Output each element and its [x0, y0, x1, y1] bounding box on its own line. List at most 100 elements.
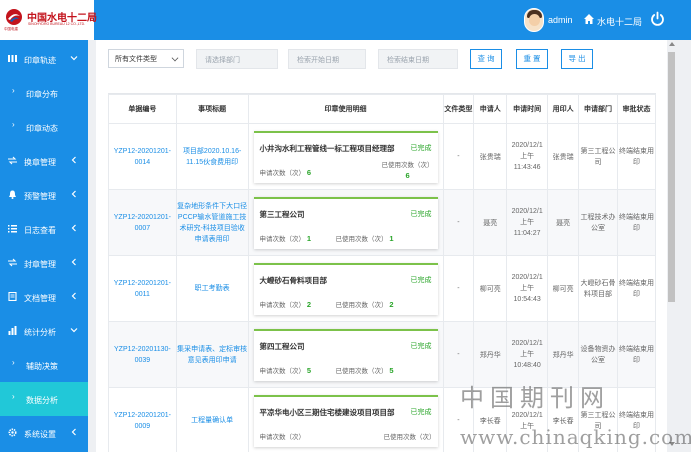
filter-toolbar: 所有文件类型 请选择部门 检索开始日期 检索结束日期 查 询 重 置 导 出	[96, 40, 667, 80]
search-button[interactable]: 查 询	[470, 49, 502, 69]
record-id-link[interactable]: YZP12-20201201-0009	[109, 410, 176, 432]
start-date-input[interactable]: 检索开始日期	[288, 49, 366, 69]
approval-status-cell: 终端结束用印	[616, 255, 656, 322]
approval-status-cell: 终端结束用印	[616, 123, 656, 190]
sidebar-item-decision[interactable]: › 辅助决策	[0, 348, 88, 382]
bars-icon	[8, 55, 17, 62]
sidebar-item-seal-track[interactable]: 印章轨迹	[0, 42, 88, 76]
chevron-left-icon	[71, 224, 76, 232]
apply-count: 申请次数（次） 2	[259, 299, 312, 309]
department-cell: 第三工程公司	[577, 123, 618, 190]
scroll-up-icon[interactable]	[669, 42, 675, 46]
sidebar-item-seal-lock[interactable]: 封章管理	[0, 246, 88, 280]
chevron-left-icon	[71, 156, 76, 164]
chevron-left-icon	[71, 292, 76, 300]
end-date-input[interactable]: 检索结束日期	[378, 49, 458, 69]
sidebar-item-label: 日志查看	[24, 226, 56, 235]
sidebar-item-label: 封章管理	[24, 260, 56, 269]
apply-time-cell: 2020/12/1 上午 11:04:27	[506, 189, 549, 256]
bell-icon	[9, 190, 16, 199]
home-icon[interactable]	[583, 13, 595, 25]
chevron-right-icon: ›	[12, 120, 15, 129]
department-select[interactable]: 请选择部门	[196, 49, 278, 69]
column-header[interactable]: 单据编号	[108, 94, 177, 124]
sidebar-item-label: 印章轨迹	[24, 56, 56, 65]
completion-status: 已完成	[410, 144, 432, 152]
table-row[interactable]: YZP12-20201201-0007 复杂地形条件下大口径PCCP输水管道施工…	[108, 189, 656, 256]
seal-usage-card: 小井沟水利工程管线一标工程项目经理部 已完成 申请次数（次） 6 已使用次数（次…	[253, 130, 438, 183]
record-title-link[interactable]: 职工考勤表	[177, 283, 248, 294]
document-icon	[8, 292, 17, 301]
apply-time-cell: 2020/12/1 上午 10:54:43	[506, 255, 549, 322]
seal-unit-name: 大嶝砂石骨料项目部	[259, 275, 328, 285]
applicant-cell: 张贵瑞	[473, 123, 508, 190]
scrollbar-thumb[interactable]	[668, 52, 675, 302]
sidebar-item-seal-dynamics[interactable]: › 印章动态	[0, 110, 88, 144]
column-header[interactable]: 申请部门	[577, 94, 618, 124]
sidebar-item-warning[interactable]: 预警管理	[0, 178, 88, 212]
exchange-icon	[8, 156, 17, 165]
user-name[interactable]: admin	[548, 15, 573, 25]
seal-usage-card: 第三工程公司 已完成 申请次数（次） 1 已使用次数（次） 1	[253, 196, 438, 249]
sidebar-item-seal-change[interactable]: 换章管理	[0, 144, 88, 178]
sidebar-item-log[interactable]: 日志查看	[0, 212, 88, 246]
chevron-down-icon	[70, 328, 78, 333]
chart-icon	[8, 326, 17, 335]
export-button[interactable]: 导 出	[561, 49, 593, 69]
column-header[interactable]: 用印人	[547, 94, 579, 124]
column-header[interactable]: 印章使用明细	[247, 94, 444, 124]
seal-usage-card: 大嶝砂石骨料项目部 已完成 申请次数（次） 2 已使用次数（次） 2	[253, 262, 438, 315]
sidebar-item-label: 预警管理	[24, 192, 56, 201]
apply-count: 申请次数（次） 1	[259, 233, 312, 243]
record-id-link[interactable]: YZP12-20201130-0039	[109, 344, 176, 366]
column-header[interactable]: 事项标题	[175, 94, 249, 124]
apply-count: 申请次数（次） 6	[259, 167, 312, 177]
record-title-link[interactable]: 集采申请表、定标审核意见表用印申请	[177, 344, 248, 366]
applicant-cell: 聂亮	[473, 189, 508, 256]
sidebar-item-settings[interactable]: 系统设置	[0, 416, 88, 450]
record-id-link[interactable]: YZP12-20201201-0011	[109, 278, 176, 300]
sidebar-item-label: 系统设置	[24, 430, 56, 439]
seal-unit-name: 第三工程公司	[259, 209, 305, 219]
logo: 中国水电十二局 中国电建 SINOHYDRO BUREAU 12 CO.,LTD…	[0, 0, 97, 40]
sidebar-item-label: 辅助决策	[26, 362, 58, 371]
approval-status-cell: 终端结束用印	[616, 321, 656, 388]
record-title-link[interactable]: 复杂地形条件下大口径PCCP输水管道施工技术研究-科技项目验收申请表用印	[177, 201, 248, 245]
column-header[interactable]: 审批状态	[616, 94, 656, 124]
seal-unit-name: 第四工程公司	[259, 341, 305, 351]
column-header[interactable]: 申请人	[473, 94, 508, 124]
chevron-left-icon	[71, 258, 76, 266]
avatar[interactable]	[524, 8, 544, 32]
file-type-cell: -	[442, 123, 475, 190]
power-icon[interactable]	[650, 11, 665, 27]
file-type-select[interactable]: 所有文件类型	[108, 49, 184, 68]
completion-status: 已完成	[410, 408, 432, 416]
chevron-left-icon	[71, 190, 76, 198]
column-header[interactable]: 申请时间	[506, 94, 549, 124]
record-title-link[interactable]: 工程量确认单	[177, 415, 248, 426]
record-id-link[interactable]: YZP12-20201201-0007	[109, 212, 176, 234]
record-title-link[interactable]: 项目部2020.10.16-11.15伙食费用印	[177, 146, 248, 168]
file-type-value: 所有文件类型	[115, 56, 157, 63]
sidebar-item-documents[interactable]: 文档管理	[0, 280, 88, 314]
table-row[interactable]: YZP12-20201201-0011 职工考勤表 大嶝砂石骨料项目部 已完成 …	[108, 255, 656, 322]
seal-usage-card: 第四工程公司 已完成 申请次数（次） 5 已使用次数（次） 5	[253, 328, 438, 381]
sidebar-item-data-analysis[interactable]: › 数据分析	[0, 382, 88, 416]
seal-unit-name: 平凉华电小区三期住宅楼建设项目项目部	[259, 407, 395, 417]
table-row[interactable]: YZP12-20201201-0014 项目部2020.10.16-11.15伙…	[108, 123, 656, 190]
file-type-cell: -	[442, 255, 475, 322]
completion-status: 已完成	[410, 276, 432, 284]
column-header[interactable]: 文件类型	[442, 94, 475, 124]
exchange-icon	[8, 258, 17, 267]
record-id-link[interactable]: YZP12-20201201-0014	[109, 146, 176, 168]
sidebar-item-statistics[interactable]: 统计分析	[0, 314, 88, 348]
seal-user-cell: 柳可亮	[547, 255, 579, 322]
seal-unit-name: 小井沟水利工程管线一标工程项目经理部	[259, 143, 395, 153]
unit-name[interactable]: 水电十二局	[597, 15, 642, 28]
reset-button[interactable]: 重 置	[516, 49, 548, 69]
chevron-down-icon	[70, 56, 78, 61]
applicant-cell: 柳可亮	[473, 255, 508, 322]
sidebar-item-label: 换章管理	[24, 158, 56, 167]
sidebar-item-seal-distribution[interactable]: › 印章分布	[0, 76, 88, 110]
chevron-right-icon: ›	[12, 392, 15, 401]
